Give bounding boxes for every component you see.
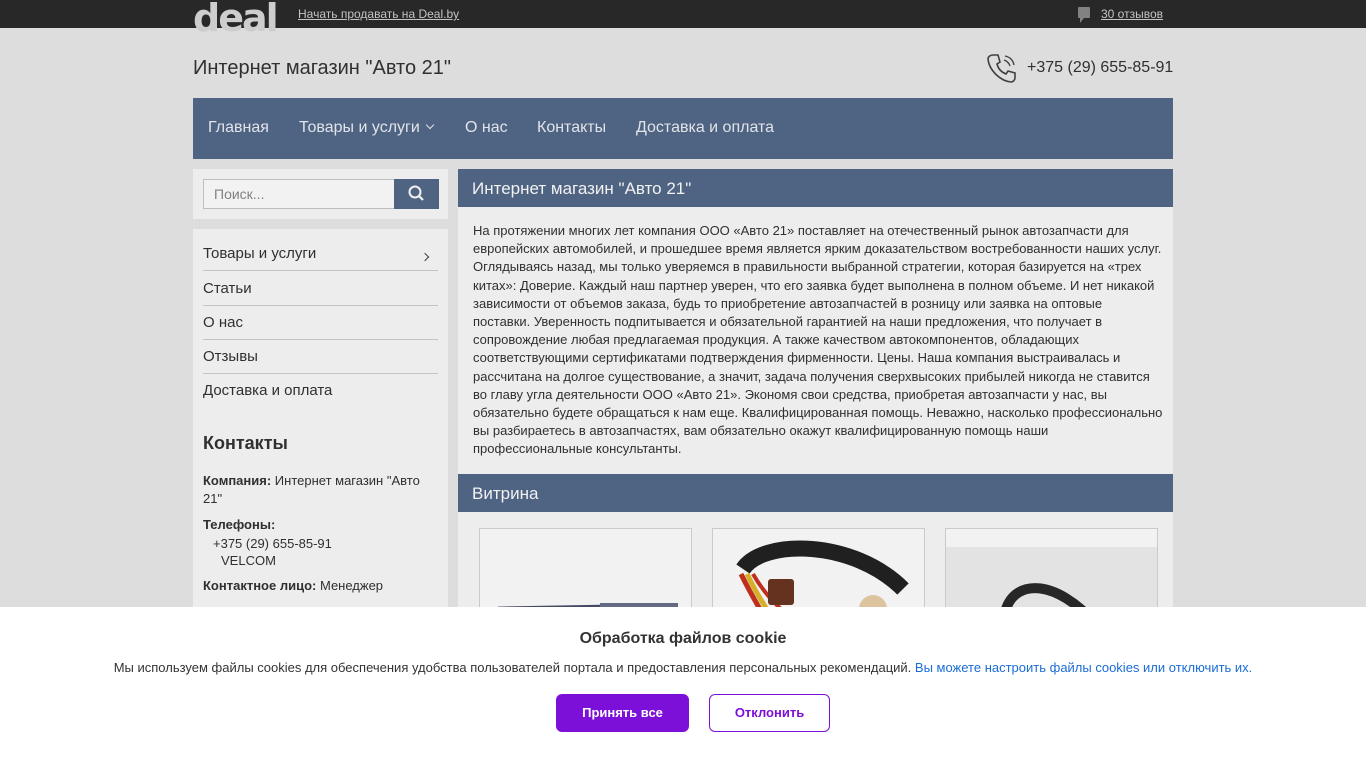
cookie-message: Мы используем файлы cookies для обеспече… bbox=[113, 660, 912, 675]
accept-all-button[interactable]: Принять все bbox=[556, 694, 689, 732]
cookie-text: Мы используем файлы cookies для обеспече… bbox=[0, 660, 1366, 675]
cookie-title: Обработка файлов cookie bbox=[579, 630, 787, 647]
cookie-banner: Обработка файлов cookie Мы используем фа… bbox=[0, 607, 1366, 768]
decline-button[interactable]: Отклонить bbox=[709, 694, 830, 732]
page-overlay bbox=[0, 0, 1366, 607]
cookie-settings-link[interactable]: Вы можете настроить файлы cookies или от… bbox=[915, 660, 1252, 675]
